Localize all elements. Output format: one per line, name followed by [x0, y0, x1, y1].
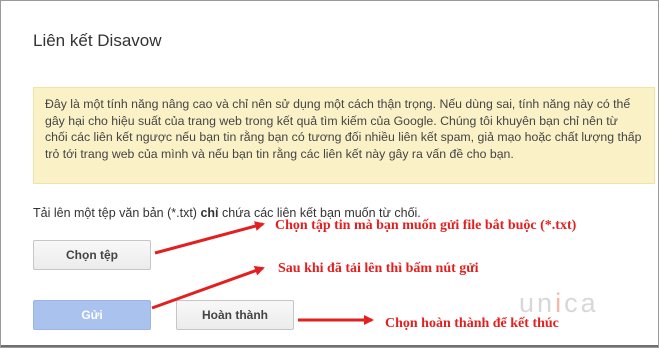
note-choose: Chọn tập tin mà bạn muốn gửi file bắt bu… — [275, 218, 577, 233]
note-send: Sau khi đã tải lên thì bấm nút gửi — [278, 261, 479, 276]
arrow-send — [151, 266, 265, 310]
arrow-choose — [154, 221, 265, 255]
unica-logo: unica — [519, 288, 599, 318]
